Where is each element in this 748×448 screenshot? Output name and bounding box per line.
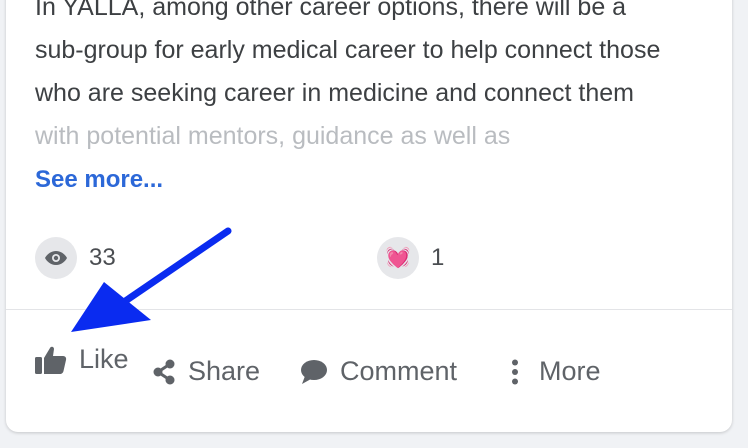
- share-icon: [152, 359, 176, 385]
- post-text-line-faded: with potential mentors, guidance as well…: [35, 122, 511, 150]
- more-button[interactable]: More: [511, 356, 601, 387]
- share-button[interactable]: Share: [152, 356, 260, 387]
- vertical-dots-icon: [511, 359, 519, 385]
- comment-icon: [300, 359, 328, 385]
- post-card: In YALLA, among other career options, th…: [6, 0, 732, 432]
- post-text-line: In YALLA, among other career options, th…: [35, 0, 627, 21]
- post-text-line: sub-group for early medical career to he…: [35, 36, 661, 64]
- eye-icon: [35, 237, 77, 279]
- heart-emoji-icon: 💓: [377, 237, 419, 279]
- thumbs-up-icon: [35, 345, 67, 375]
- see-more-link[interactable]: See more...: [35, 166, 163, 194]
- comment-button[interactable]: Comment: [300, 356, 457, 387]
- post-text-line: who are seeking career in medicine and c…: [35, 79, 634, 107]
- views-stat: 33: [35, 237, 116, 279]
- reactions-count: 1: [431, 244, 445, 271]
- like-label: Like: [79, 344, 129, 374]
- reactions-stat[interactable]: 💓 1: [377, 237, 444, 279]
- post-body: In YALLA, among other career options, th…: [35, 0, 715, 158]
- comment-label: Comment: [340, 356, 458, 386]
- like-button[interactable]: Like: [35, 344, 129, 375]
- heart-emoji: 💓: [385, 247, 411, 269]
- more-label: More: [539, 356, 601, 386]
- divider: [6, 309, 732, 310]
- share-label: Share: [188, 356, 261, 386]
- views-count: 33: [89, 244, 116, 271]
